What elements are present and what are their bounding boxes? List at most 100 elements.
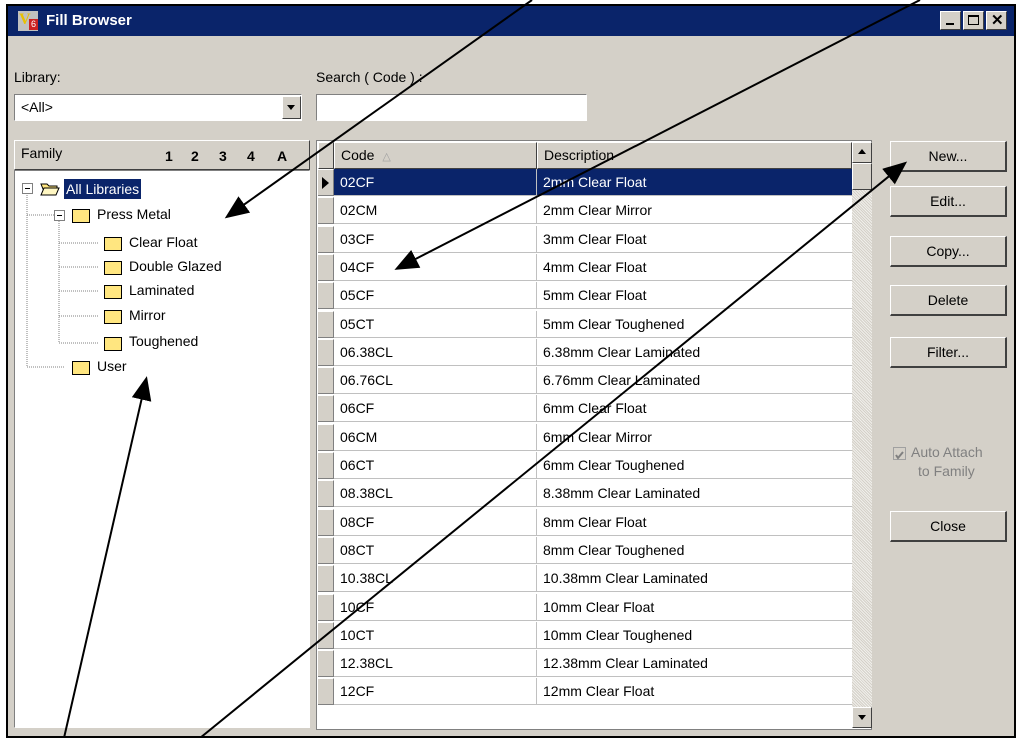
cell-code[interactable]: 06.38CL [334,338,537,366]
tree-item-laminated[interactable]: Laminated [129,280,194,300]
table-row[interactable]: 06CT 6mm Clear Toughened [318,452,852,480]
filter-button[interactable]: Filter... [890,337,1007,368]
scroll-down-button[interactable] [852,707,872,728]
cell-code[interactable]: 06CF [334,395,537,423]
library-dropdown[interactable]: <All> [14,94,302,121]
row-selector[interactable] [318,593,334,621]
cell-code[interactable]: 03CF [334,225,537,253]
edit-button[interactable]: Edit... [890,186,1007,217]
sort-key-1[interactable]: 1 [165,148,173,164]
cell-description[interactable]: 6mm Clear Toughened [537,452,852,479]
table-row[interactable]: 10CF 10mm Clear Float [318,593,852,622]
row-selector[interactable] [318,338,334,366]
title-bar[interactable]: V6 Fill Browser ✕ [8,6,1014,36]
table-row[interactable]: 06.38CL 6.38mm Clear Laminated [318,338,852,367]
scroll-thumb[interactable] [852,163,872,190]
auto-attach-checkbox[interactable] [893,447,906,460]
row-selector[interactable] [318,565,334,593]
tree-item-mirror[interactable]: Mirror [129,305,166,325]
table-row[interactable]: 08CF 8mm Clear Float [318,508,852,537]
table-row[interactable]: 06CM 6mm Clear Mirror [318,423,852,452]
table-row[interactable]: 08.38CL 8.38mm Clear Laminated [318,480,852,508]
cell-description[interactable]: 8.38mm Clear Laminated [537,480,852,508]
cell-description[interactable]: 12mm Clear Float [537,678,852,706]
new-button[interactable]: New... [890,141,1007,172]
cell-code[interactable]: 10.38CL [334,565,537,593]
cell-description[interactable]: 4mm Clear Float [537,253,852,281]
minimize-button[interactable] [940,11,961,30]
cell-description[interactable]: 6.76mm Clear Laminated [537,367,852,395]
maximize-button[interactable] [963,11,984,30]
copy-button[interactable]: Copy... [890,236,1007,267]
sort-key-2[interactable]: 2 [191,148,199,164]
vertical-scrollbar[interactable] [852,142,872,728]
cell-code[interactable]: 05CT [334,310,537,338]
sort-key-3[interactable]: 3 [219,148,227,164]
row-selector[interactable] [318,395,334,423]
table-row[interactable]: 02CF 2mm Clear Float [318,169,852,197]
cell-description[interactable]: 8mm Clear Float [537,508,852,536]
row-selector[interactable] [318,423,334,451]
tree-item-user[interactable]: User [97,356,127,376]
cell-code[interactable]: 10CF [334,593,537,621]
table-row[interactable]: 06.76CL 6.76mm Clear Laminated [318,367,852,395]
sort-key-a[interactable]: A [277,148,287,164]
row-selector[interactable] [318,480,334,508]
table-row[interactable]: 04CF 4mm Clear Float [318,253,852,282]
cell-description[interactable]: 6mm Clear Float [537,395,852,423]
cell-code[interactable]: 08CF [334,508,537,536]
delete-button[interactable]: Delete [890,285,1007,316]
cell-code[interactable]: 06CT [334,452,537,479]
collapse-press-metal-toggle[interactable] [54,210,65,221]
cell-description[interactable]: 2mm Clear Mirror [537,197,852,225]
table-row[interactable]: 12.38CL 12.38mm Clear Laminated [318,650,852,678]
cell-description[interactable]: 2mm Clear Float [537,169,852,196]
search-input[interactable] [316,94,587,121]
cell-description[interactable]: 10mm Clear Toughened [537,621,852,649]
scroll-up-button[interactable] [852,142,872,163]
tree-item-toughened[interactable]: Toughened [129,331,198,351]
row-selector[interactable] [318,310,334,338]
cell-description[interactable]: 10mm Clear Float [537,593,852,621]
cell-code[interactable]: 08.38CL [334,480,537,508]
row-selector[interactable] [318,678,334,706]
cell-description[interactable]: 5mm Clear Toughened [537,310,852,338]
table-row[interactable]: 03CF 3mm Clear Float [318,225,852,254]
row-selector[interactable] [318,536,334,564]
cell-description[interactable]: 12.38mm Clear Laminated [537,650,852,678]
row-selector[interactable] [318,621,334,649]
close-button[interactable]: Close [890,511,1007,542]
collapse-root-toggle[interactable] [22,183,33,194]
cell-description[interactable]: 3mm Clear Float [537,225,852,253]
cell-code[interactable]: 06CM [334,423,537,451]
tree-item-double-glazed[interactable]: Double Glazed [129,256,222,276]
sort-key-4[interactable]: 4 [247,148,255,164]
table-row[interactable]: 05CT 5mm Clear Toughened [318,310,852,339]
dropdown-arrow-button[interactable] [282,96,301,119]
table-row[interactable]: 05CF 5mm Clear Float [318,282,852,310]
tree-item-clear-float[interactable]: Clear Float [129,232,197,252]
cell-code[interactable]: 12.38CL [334,650,537,678]
cell-description[interactable]: 5mm Clear Float [537,282,852,310]
cell-code[interactable]: 10CT [334,621,537,649]
table-row[interactable]: 12CF 12mm Clear Float [318,678,852,706]
tree-item-all-libraries[interactable]: All Libraries [64,179,142,199]
row-selector[interactable] [318,197,334,225]
cell-description[interactable]: 10.38mm Clear Laminated [537,565,852,593]
table-row[interactable]: 06CF 6mm Clear Float [318,395,852,423]
cell-code[interactable]: 12CF [334,678,537,706]
column-header-code[interactable]: Code △ [334,142,537,169]
table-row[interactable]: 02CM 2mm Clear Mirror [318,197,852,225]
row-selector[interactable] [318,282,334,310]
row-selector[interactable] [318,253,334,281]
cell-description[interactable]: 6.38mm Clear Laminated [537,338,852,366]
row-selector[interactable] [318,225,334,253]
column-header-description[interactable]: Description [537,142,852,169]
table-row[interactable]: 10.38CL 10.38mm Clear Laminated [318,565,852,593]
close-window-button[interactable]: ✕ [986,11,1007,30]
row-selector[interactable] [318,508,334,536]
table-row[interactable]: 08CT 8mm Clear Toughened [318,536,852,565]
row-selector[interactable] [318,169,334,196]
row-selector[interactable] [318,650,334,678]
cell-code[interactable]: 02CF [334,169,537,196]
